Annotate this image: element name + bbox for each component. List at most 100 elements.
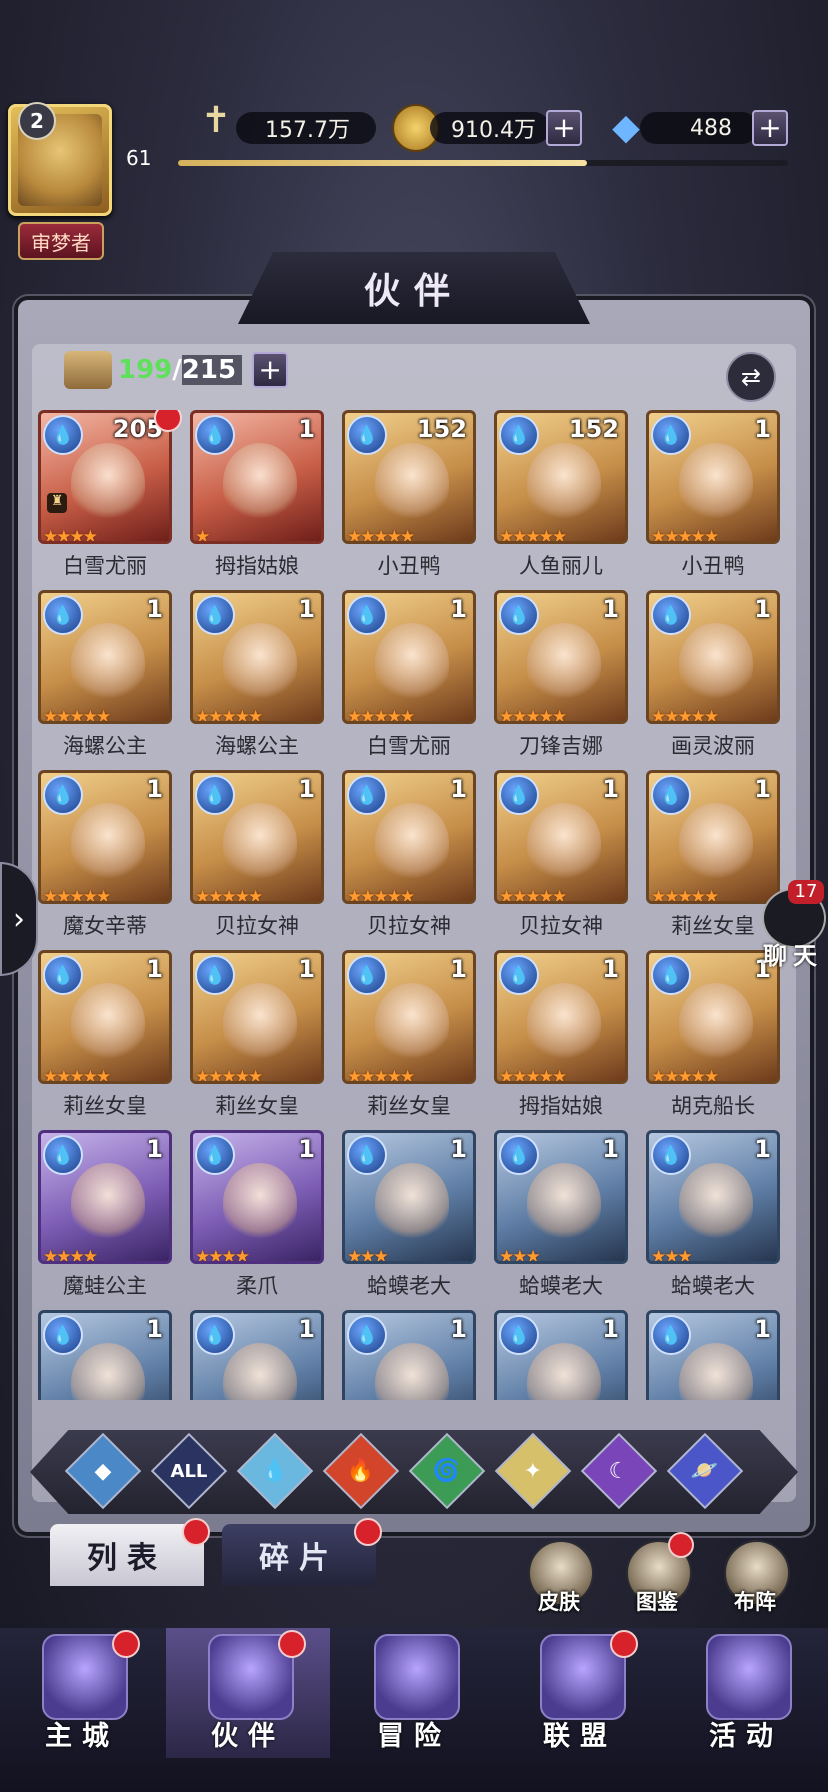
hero-card[interactable]: 💧 1 ★★★★ 柔爪: [190, 1130, 326, 1312]
add-diamond-button[interactable]: +: [752, 110, 788, 146]
hero-quantity: 1: [298, 595, 315, 623]
chat-button[interactable]: 17 聊天: [758, 880, 828, 970]
hero-portrait: 💧 1 ★★★★★: [190, 770, 324, 904]
hero-card[interactable]: 💧 1 ★★★★★ 画灵波丽: [646, 590, 782, 772]
hero-card[interactable]: 💧 1 ★★★★★ 贝拉女神: [342, 770, 478, 952]
hero-card[interactable]: 💧 1: [38, 1310, 174, 1400]
hero-portrait: 💧 1 ★★★★★: [342, 770, 476, 904]
hero-card[interactable]: 💧 1: [646, 1310, 782, 1400]
dark-element-icon[interactable]: ☾: [580, 1432, 658, 1510]
hero-name: 白雪尤丽: [367, 734, 451, 758]
hero-stars: ★★★★★: [43, 1067, 111, 1084]
hero-face: [679, 1343, 753, 1400]
hero-stars: ★★★★★: [347, 707, 415, 724]
hero-quantity: 1: [146, 1135, 163, 1163]
hero-face: [71, 803, 145, 883]
hero-stars: ★★★★★: [499, 707, 567, 724]
water-element-icon: 💧: [651, 1315, 691, 1355]
hero-portrait: 💧 1 ★★★★: [190, 1130, 324, 1264]
codex-button[interactable]: 图鉴: [618, 1532, 696, 1620]
hero-card[interactable]: 💧 1: [342, 1310, 478, 1400]
hero-card[interactable]: 💧 1 ★★★★★ 贝拉女神: [494, 770, 630, 952]
hero-name: 魔女辛蒂: [63, 914, 147, 938]
hero-portrait: 💧 1 ★★★★★: [494, 590, 628, 724]
hero-portrait: 💧 1 ★★★★★: [38, 590, 172, 724]
hero-name: 白雪尤丽: [63, 554, 147, 578]
expand-capacity-button[interactable]: +: [252, 352, 289, 388]
wind-element-icon[interactable]: 🌀: [408, 1432, 486, 1510]
hero-portrait: 💧 1 ★★★★★: [494, 950, 628, 1084]
hero-quantity: 1: [146, 595, 163, 623]
hero-card[interactable]: 💧 152 ★★★★★ 小丑鸭: [342, 410, 478, 592]
water-element-icon: 💧: [43, 415, 83, 455]
cosmic-element-icon[interactable]: 🪐: [666, 1432, 744, 1510]
hero-quantity: 152: [416, 415, 467, 443]
hero-card[interactable]: 💧 1 ★★★★★ 莉丝女皇: [190, 950, 326, 1132]
nav-item[interactable]: 冒险: [332, 1628, 496, 1758]
hero-card[interactable]: 💧 1 ★★★ 蛤蟆老大: [494, 1130, 630, 1312]
hero-stars: ★★★★★: [651, 707, 719, 724]
hero-card[interactable]: 💧 1 ★★★ 蛤蟆老大: [342, 1130, 478, 1312]
water-element-icon: 💧: [499, 1135, 539, 1175]
hero-stars: ★★★★★: [651, 1067, 719, 1084]
hero-card[interactable]: 💧 1: [494, 1310, 630, 1400]
hero-card[interactable]: 💧 1 ★★★★★ 海螺公主: [38, 590, 174, 772]
water-element-icon[interactable]: 💧: [236, 1432, 314, 1510]
gold-value: 910.4万: [430, 112, 550, 144]
nav-item-label: 冒险: [377, 1721, 451, 1752]
hero-name: 贝拉女神: [215, 914, 299, 938]
hero-card[interactable]: 💧 205 ♜ ★★★★ 白雪尤丽: [38, 410, 182, 592]
hero-stars: ★★★★★: [43, 887, 111, 904]
top-bar: 2 审梦者 61 ✝ 157.7万 910.4万 + ◆ 488 +: [0, 0, 828, 260]
hero-portrait: 💧 1: [494, 1310, 628, 1400]
tab-shards[interactable]: 碎片: [222, 1524, 376, 1586]
hero-portrait: 💧 152 ★★★★★: [494, 410, 628, 544]
hero-quantity: 1: [450, 1135, 467, 1163]
hero-card[interactable]: 💧 1 ★★★★★ 胡克船长: [646, 950, 782, 1132]
hero-quantity: 1: [298, 1135, 315, 1163]
hero-card[interactable]: 💧 1 ★★★★★ 莉丝女皇: [342, 950, 478, 1132]
hero-card[interactable]: 💧 152 ★★★★★ 人鱼丽儿: [494, 410, 630, 592]
water-element-icon: 💧: [651, 415, 691, 455]
light-element-icon[interactable]: ✦: [494, 1432, 572, 1510]
hero-portrait: 💧 1 ★★★★★: [342, 590, 476, 724]
hero-card[interactable]: 💧 1 ★★★★★ 魔女辛蒂: [38, 770, 174, 952]
tab-list-dot: [182, 1518, 210, 1546]
hero-card[interactable]: 💧 1 ★★★★★ 拇指姑娘: [494, 950, 630, 1132]
sort-toggle-button[interactable]: ⇄: [726, 352, 776, 402]
hero-card[interactable]: 💧 1: [190, 1310, 326, 1400]
water-element-icon: 💧: [651, 595, 691, 635]
hero-portrait: 💧 1 ★★★★★: [494, 770, 628, 904]
hero-card[interactable]: 💧 1 ★★★ 蛤蟆老大: [646, 1130, 782, 1312]
hero-quantity: 1: [602, 1315, 619, 1343]
hero-portrait: 💧 1 ★★★★★: [646, 590, 780, 724]
hero-card[interactable]: 💧 1 ★★★★ 魔蛙公主: [38, 1130, 174, 1312]
hero-card[interactable]: 💧 1 ★★★★★ 白雪尤丽: [342, 590, 478, 772]
hero-card[interactable]: 💧 1 ★★★★★ 莉丝女皇: [38, 950, 174, 1132]
tab-list[interactable]: 列表: [50, 1524, 204, 1586]
hero-name: 莉丝女皇: [63, 1094, 147, 1118]
hero-portrait: 💧 1: [342, 1310, 476, 1400]
hero-portrait: 💧 1 ★★★: [646, 1130, 780, 1264]
fire-element-icon[interactable]: 🔥: [322, 1432, 400, 1510]
skins-button[interactable]: 皮肤: [520, 1540, 598, 1620]
add-gold-button[interactable]: +: [546, 110, 582, 146]
player-level: 61: [126, 146, 152, 170]
nav-item[interactable]: 活动: [664, 1628, 828, 1758]
nav-item-icon: [374, 1634, 460, 1720]
water-element-icon: 💧: [499, 595, 539, 635]
formation-button[interactable]: 布阵: [716, 1540, 794, 1620]
nav-item[interactable]: 联盟: [498, 1628, 662, 1758]
lock-icon: ♜: [47, 493, 67, 513]
hero-name: 魔蛙公主: [63, 1274, 147, 1298]
hero-card[interactable]: 💧 1 ★ 拇指姑娘: [190, 410, 326, 592]
hero-card[interactable]: 💧 1 ★★★★★ 贝拉女神: [190, 770, 326, 952]
hero-face: [375, 983, 449, 1063]
hero-card[interactable]: 💧 1 ★★★★★ 海螺公主: [190, 590, 326, 772]
all-factions-icon[interactable]: ◆: [64, 1432, 142, 1510]
hero-card[interactable]: 💧 1 ★★★★★ 小丑鸭: [646, 410, 782, 592]
nav-item[interactable]: 主城: [0, 1628, 164, 1758]
nav-item[interactable]: 伙伴: [166, 1628, 330, 1758]
all-label-icon[interactable]: ALL: [150, 1432, 228, 1510]
hero-card[interactable]: 💧 1 ★★★★★ 刀锋吉娜: [494, 590, 630, 772]
